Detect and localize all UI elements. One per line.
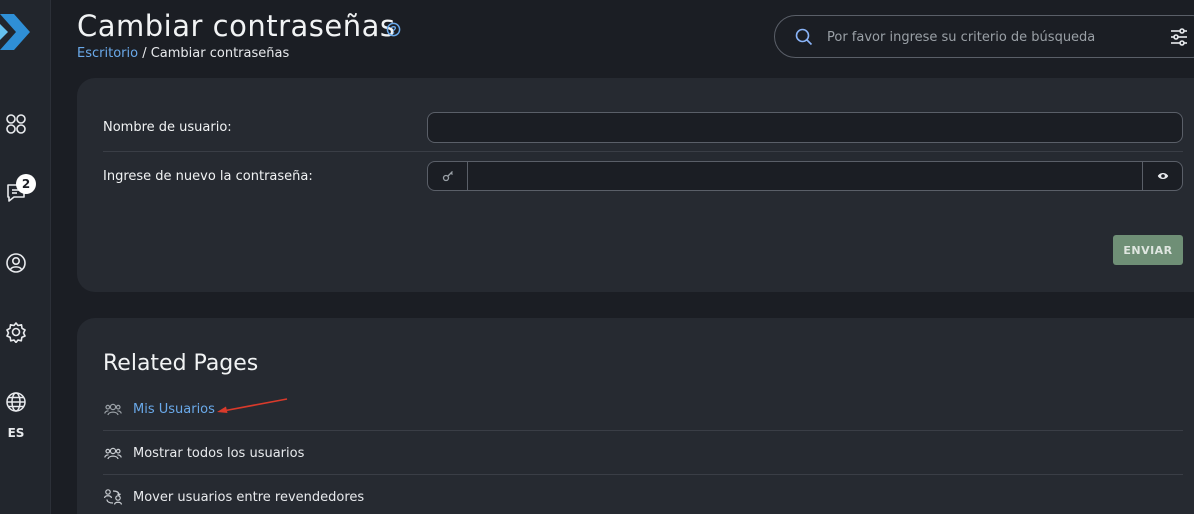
search-input[interactable] [827, 26, 1147, 48]
sidebar: 2 ES [0, 0, 51, 514]
related-item-mostrar-todos-usuarios[interactable]: Mostrar todos los usuarios [103, 431, 1183, 475]
annotation-arrow-icon [217, 398, 288, 413]
breadcrumb-link-escritorio[interactable]: Escritorio [77, 46, 138, 61]
related-item-label: Mis Usuarios [133, 401, 215, 417]
related-pages-panel: Related Pages Mis Usuarios Mostrar todos… [77, 318, 1194, 514]
username-input[interactable] [427, 112, 1183, 143]
related-pages-title: Related Pages [103, 351, 259, 376]
password-field-group [427, 161, 1183, 191]
search-icon [795, 28, 813, 46]
password-input[interactable] [469, 162, 1142, 190]
username-label: Nombre de usuario: [103, 120, 232, 135]
globe-icon[interactable] [5, 391, 27, 413]
messages-badge: 2 [16, 174, 36, 194]
related-item-mover-usuarios[interactable]: Mover usuarios entre revendedores [103, 475, 1183, 514]
users-icon [103, 399, 123, 419]
settings-icon[interactable] [5, 321, 27, 343]
generate-password-key-icon[interactable] [428, 162, 468, 190]
submit-button[interactable]: ENVIAR [1113, 235, 1183, 265]
apps-icon[interactable] [5, 113, 27, 135]
help-icon[interactable] [386, 22, 401, 37]
move-users-icon [103, 487, 123, 507]
form-divider [103, 151, 1183, 152]
password-label: Ingrese de nuevo la contraseña: [103, 169, 313, 184]
breadcrumb-separator: / [138, 46, 151, 61]
search-box [774, 15, 1194, 58]
related-item-label: Mostrar todos los usuarios [133, 445, 305, 461]
language-selector[interactable]: ES [0, 426, 32, 440]
breadcrumb-current: Cambiar contraseñas [150, 46, 290, 61]
users-icon [103, 443, 123, 463]
show-password-eye-icon[interactable] [1142, 162, 1182, 190]
related-item-label: Mover usuarios entre revendedores [133, 489, 365, 505]
breadcrumb: Escritorio / Cambiar contraseñas [77, 46, 289, 61]
account-icon[interactable] [5, 252, 27, 274]
change-password-form: Nombre de usuario: Ingrese de nuevo la c… [77, 78, 1194, 292]
logo-icon[interactable] [0, 14, 32, 50]
page-title: Cambiar contraseñas [77, 9, 396, 43]
filter-settings-icon[interactable] [1169, 27, 1189, 47]
